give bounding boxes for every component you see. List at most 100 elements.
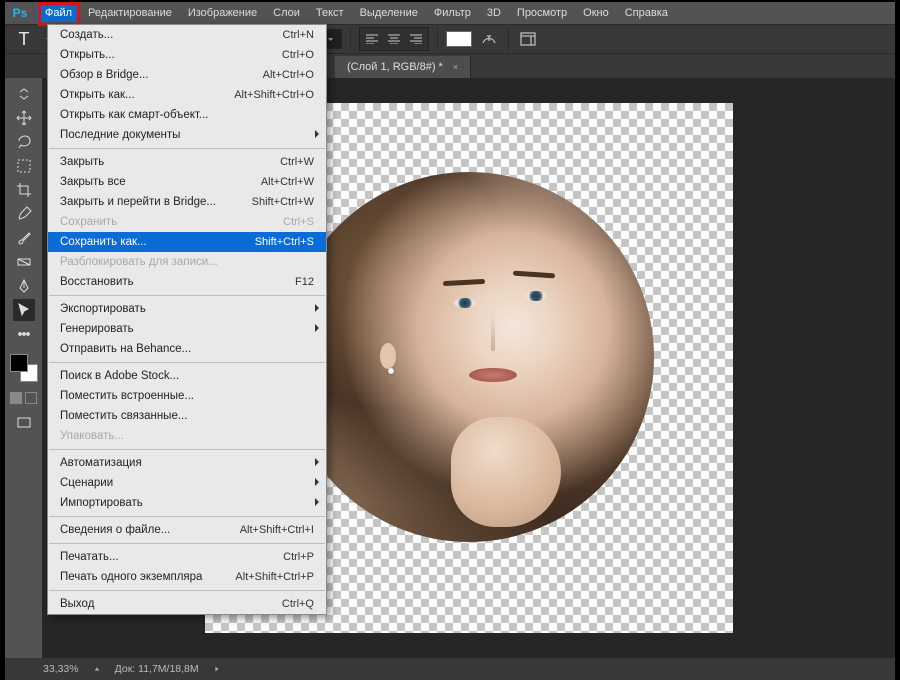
crop-tool-icon[interactable] xyxy=(13,179,35,201)
menu-item-label: Сведения о файле... xyxy=(60,524,240,536)
menu-item-label: Открыть... xyxy=(60,49,282,61)
quick-mask-toggle[interactable] xyxy=(10,392,37,404)
menu-item[interactable]: Отправить на Behance... xyxy=(48,339,326,359)
menu-item[interactable]: ЗакрытьCtrl+W xyxy=(48,152,326,172)
menu-файл[interactable]: Файл xyxy=(37,4,80,22)
type-tool-indicator[interactable]: T xyxy=(11,28,37,50)
align-left-button[interactable] xyxy=(361,29,383,49)
more-tools-icon[interactable] xyxy=(13,323,35,345)
menu-item-shortcut: Alt+Ctrl+W xyxy=(261,176,314,188)
portrait-detail xyxy=(451,417,561,527)
text-color-swatch[interactable] xyxy=(446,31,472,47)
menu-item-label: Создать... xyxy=(60,29,283,41)
menu-фильтр[interactable]: Фильтр xyxy=(426,4,479,22)
menu-item-label: Отправить на Behance... xyxy=(60,343,314,355)
menu-окно[interactable]: Окно xyxy=(575,4,617,22)
menu-item[interactable]: ВыходCtrl+Q xyxy=(48,594,326,614)
menu-item-shortcut: Shift+Ctrl+W xyxy=(252,196,314,208)
menu-item: Упаковать... xyxy=(48,426,326,446)
menu-item[interactable]: Сценарии xyxy=(48,473,326,493)
portrait-detail xyxy=(491,313,495,351)
menu-item[interactable]: Создать...Ctrl+N xyxy=(48,25,326,45)
align-center-button[interactable] xyxy=(383,29,405,49)
menu-item[interactable]: Открыть как смарт-объект... xyxy=(48,105,326,125)
menu-item[interactable]: Экспортировать xyxy=(48,299,326,319)
menu-справка[interactable]: Справка xyxy=(617,4,676,22)
lasso-tool-icon[interactable] xyxy=(13,131,35,153)
menu-item[interactable]: Открыть...Ctrl+O xyxy=(48,45,326,65)
portrait-detail xyxy=(454,298,476,308)
brush-tool-icon[interactable] xyxy=(13,227,35,249)
align-right-button[interactable] xyxy=(405,29,427,49)
menu-item-shortcut: Alt+Shift+Ctrl+O xyxy=(234,89,314,101)
menu-item-shortcut: Ctrl+S xyxy=(283,216,314,228)
menu-item-label: Упаковать... xyxy=(60,430,314,442)
menu-item[interactable]: Закрыть всеAlt+Ctrl+W xyxy=(48,172,326,192)
menu-item-shortcut: Alt+Ctrl+O xyxy=(263,69,314,81)
menu-item-label: Открыть как смарт-объект... xyxy=(60,109,314,121)
warp-text-icon[interactable] xyxy=(478,29,500,49)
move-tool-icon[interactable] xyxy=(13,107,35,129)
pen-tool-icon[interactable] xyxy=(13,275,35,297)
gradient-tool-icon[interactable] xyxy=(13,251,35,273)
submenu-arrow-icon xyxy=(314,303,320,315)
menu-item: Разблокировать для записи... xyxy=(48,252,326,272)
layer-content-circle xyxy=(284,172,654,542)
screen-mode-icon[interactable] xyxy=(13,412,35,434)
menu-3d[interactable]: 3D xyxy=(479,4,509,22)
menu-separator xyxy=(49,543,325,544)
menu-item-label: Закрыть все xyxy=(60,176,261,188)
menu-item-shortcut: Ctrl+Q xyxy=(282,598,314,610)
eyedropper-tool-icon[interactable] xyxy=(13,203,35,225)
arrow-tool-icon[interactable] xyxy=(13,299,35,321)
menu-выделение[interactable]: Выделение xyxy=(352,4,426,22)
status-menu-arrow-icon[interactable] xyxy=(213,665,221,673)
menu-item-label: Импортировать xyxy=(60,497,314,509)
menu-item[interactable]: Импортировать xyxy=(48,493,326,513)
menu-item[interactable]: Открыть как...Alt+Shift+Ctrl+O xyxy=(48,85,326,105)
menu-item[interactable]: Обзор в Bridge...Alt+Ctrl+O xyxy=(48,65,326,85)
zoom-level[interactable]: 33,33% xyxy=(43,663,79,675)
character-panel-icon[interactable] xyxy=(517,29,539,49)
submenu-arrow-icon xyxy=(314,457,320,469)
menu-item-label: Сохранить как... xyxy=(60,236,255,248)
foreground-background-swatches[interactable] xyxy=(10,354,38,382)
app-logo: Ps xyxy=(9,4,31,22)
menu-item[interactable]: Последние документы xyxy=(48,125,326,145)
menu-текст[interactable]: Текст xyxy=(308,4,352,22)
menu-item[interactable]: Сохранить как...Shift+Ctrl+S xyxy=(48,232,326,252)
menu-item[interactable]: Автоматизация xyxy=(48,453,326,473)
document-tab[interactable]: (Слой 1, RGB/8#) * × xyxy=(335,56,471,78)
menu-item[interactable]: Генерировать xyxy=(48,319,326,339)
menu-item[interactable]: ВосстановитьF12 xyxy=(48,272,326,292)
menu-item[interactable]: Поместить встроенные... xyxy=(48,386,326,406)
zoom-menu-arrow-icon[interactable] xyxy=(93,665,101,673)
portrait-detail xyxy=(525,291,547,301)
portrait-detail xyxy=(513,271,555,279)
close-tab-icon[interactable]: × xyxy=(453,62,458,72)
marquee-tool-icon[interactable] xyxy=(13,155,35,177)
menu-просмотр[interactable]: Просмотр xyxy=(509,4,575,22)
menu-item-label: Сохранить xyxy=(60,216,283,228)
menu-item-label: Генерировать xyxy=(60,323,314,335)
menu-редактирование[interactable]: Редактирование xyxy=(80,4,180,22)
menu-item: СохранитьCtrl+S xyxy=(48,212,326,232)
menu-item[interactable]: Поиск в Adobe Stock... xyxy=(48,366,326,386)
menu-изображение[interactable]: Изображение xyxy=(180,4,265,22)
menu-item-shortcut: F12 xyxy=(295,276,314,288)
menu-separator xyxy=(49,148,325,149)
doc-size-label: Док: 11,7M/18,8M xyxy=(115,663,199,675)
portrait-detail xyxy=(443,279,485,286)
document-tab-label: (Слой 1, RGB/8#) * xyxy=(347,61,443,73)
menu-item[interactable]: Печатать...Ctrl+P xyxy=(48,547,326,567)
menu-item[interactable]: Сведения о файле...Alt+Shift+Ctrl+I xyxy=(48,520,326,540)
menu-item-shortcut: Ctrl+P xyxy=(283,551,314,563)
menu-item-label: Печатать... xyxy=(60,551,283,563)
tabs-toggle-icon[interactable] xyxy=(13,83,35,105)
menu-item[interactable]: Поместить связанные... xyxy=(48,406,326,426)
menu-item[interactable]: Закрыть и перейти в Bridge...Shift+Ctrl+… xyxy=(48,192,326,212)
menu-item[interactable]: Печать одного экземпляраAlt+Shift+Ctrl+P xyxy=(48,567,326,587)
foreground-color-swatch[interactable] xyxy=(10,354,28,372)
divider xyxy=(437,28,438,50)
menu-слои[interactable]: Слои xyxy=(265,4,308,22)
